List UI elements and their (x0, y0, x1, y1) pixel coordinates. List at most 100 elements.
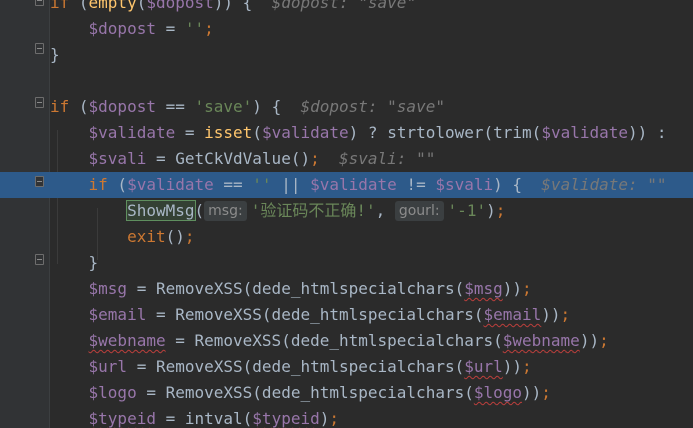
code-line[interactable]: $email = RemoveXSS(dede_htmlspecialchars… (0, 302, 693, 328)
code-token: )) (502, 357, 523, 376)
code-token: ; (184, 227, 195, 246)
function-call-highlight: ShowMsg (126, 200, 196, 221)
code-line[interactable]: $typeid = intval($typeid); (0, 406, 693, 428)
code-text: if (empty($dopost)) { $dopost: "save" (50, 0, 416, 16)
variable-token: $typeid (88, 409, 156, 428)
code-token: = RemoveXSS(dede_htmlspecialchars( (165, 331, 503, 350)
code-token: ; (310, 149, 320, 168)
code-token: = intval( (155, 409, 253, 428)
code-line[interactable]: $logo = RemoveXSS(dede_htmlspecialchars(… (0, 380, 693, 406)
code-line[interactable]: ShowMsg(msg: '验证码不正确!', gourl: '-1'); (0, 198, 693, 224)
code-line[interactable]: } (0, 250, 693, 276)
fold-marker-icon[interactable] (35, 176, 44, 187)
code-token: empty (88, 0, 137, 12)
fold-marker-icon[interactable] (35, 254, 44, 265)
parameter-hint: msg: (204, 201, 247, 221)
code-line[interactable]: if (empty($dopost)) { $dopost: "save" (0, 0, 693, 16)
fold-marker-icon[interactable] (35, 0, 44, 6)
code-token: ( (194, 201, 205, 220)
code-token: || (271, 175, 311, 194)
variable-token: $validate (541, 123, 629, 142)
code-text: $typeid = intval($typeid); (50, 406, 339, 428)
code-text: $validate = isset($validate) ? strtolowe… (50, 120, 667, 146)
code-token: '' (252, 175, 272, 194)
code-token: '-1' (447, 201, 487, 220)
code-token: } (50, 45, 60, 64)
variable-token: $email (88, 305, 147, 324)
code-token: )) (541, 305, 561, 324)
code-text: if ($dopost == 'save') { $dopost: "save" (50, 94, 445, 120)
code-line[interactable]: $dopost = ''; (0, 16, 693, 42)
variable-token: $validate (310, 175, 397, 194)
code-text: if ($validate == '' || $validate != $sva… (50, 172, 667, 198)
code-token: ) (319, 409, 330, 428)
code-token: ( (69, 0, 89, 12)
variable-token: $logo (473, 383, 523, 402)
code-token: , (375, 201, 395, 220)
inline-debug-value: $dopost: "save" (271, 0, 417, 12)
fold-marker-icon[interactable] (35, 43, 44, 54)
code-editor[interactable]: if (empty($dopost)) { $dopost: "save" $d… (0, 0, 693, 428)
parameter-hint: gourl: (394, 201, 444, 221)
code-text: } (50, 42, 60, 68)
code-token: ; (599, 331, 609, 350)
variable-token: $webname (88, 331, 166, 350)
variable-token: $msg (88, 279, 128, 298)
inline-debug-value: $dopost: "save" (300, 97, 445, 116)
code-token: ) { (493, 175, 542, 194)
code-line[interactable]: $webname = RemoveXSS(dede_htmlspecialcha… (0, 328, 693, 354)
code-token: = (175, 123, 205, 142)
variable-token: $validate (261, 123, 349, 142)
code-token: } (50, 253, 99, 272)
code-token: == (155, 97, 195, 116)
code-text: exit(); (50, 224, 195, 250)
variable-token: $typeid (252, 409, 320, 428)
code-token: = RemoveXSS(dede_htmlspecialchars( (146, 305, 484, 324)
code-line[interactable]: $msg = RemoveXSS(dede_htmlspecialchars($… (0, 276, 693, 302)
code-token: ; (495, 201, 506, 220)
code-token: '' (184, 19, 205, 38)
code-token: ) { (252, 97, 301, 116)
code-token: = RemoveXSS(dede_htmlspecialchars( (127, 279, 465, 298)
code-token: ; (204, 19, 214, 38)
highlighted-code-line[interactable]: if ($validate == '' || $validate != $sva… (0, 172, 693, 198)
inline-debug-value: $svali: "" (339, 149, 436, 168)
variable-token: $url (88, 357, 128, 376)
variable-token: $dopost (88, 97, 156, 116)
code-token: ; (329, 409, 340, 428)
variable-token: $dopost (146, 0, 214, 12)
code-token: '验证码不正确!' (250, 201, 376, 220)
variable-token: $validate (127, 175, 214, 194)
code-token: == (213, 175, 253, 194)
code-line[interactable]: $svali = GetCkVdValue(); $svali: "" (0, 146, 693, 172)
code-line[interactable]: $validate = isset($validate) ? strtolowe… (0, 120, 693, 146)
code-line[interactable]: exit(); (0, 224, 693, 250)
code-token: if (50, 97, 70, 116)
code-line[interactable]: if ($dopost == 'save') { $dopost: "save" (0, 94, 693, 120)
code-token: ) (486, 201, 496, 220)
code-token: () (165, 227, 185, 246)
code-token: if (50, 0, 70, 12)
code-token: )) (579, 331, 600, 350)
code-line[interactable]: } (0, 42, 693, 68)
code-line[interactable]: $url = RemoveXSS(dede_htmlspecialchars($… (0, 354, 693, 380)
code-token: 'save' (194, 97, 253, 116)
code-text: $email = RemoveXSS(dede_htmlspecialchars… (50, 302, 571, 328)
code-token: ; (522, 279, 532, 298)
code-line[interactable] (0, 68, 693, 94)
code-token: ; (560, 305, 571, 324)
fold-marker-icon[interactable] (35, 97, 44, 108)
code-token: ( (107, 175, 128, 194)
code-text: $msg = RemoveXSS(dede_htmlspecialchars($… (50, 276, 532, 302)
variable-token: $email (483, 305, 542, 324)
code-text: $svali = GetCkVdValue(); $svali: "" (50, 146, 436, 172)
